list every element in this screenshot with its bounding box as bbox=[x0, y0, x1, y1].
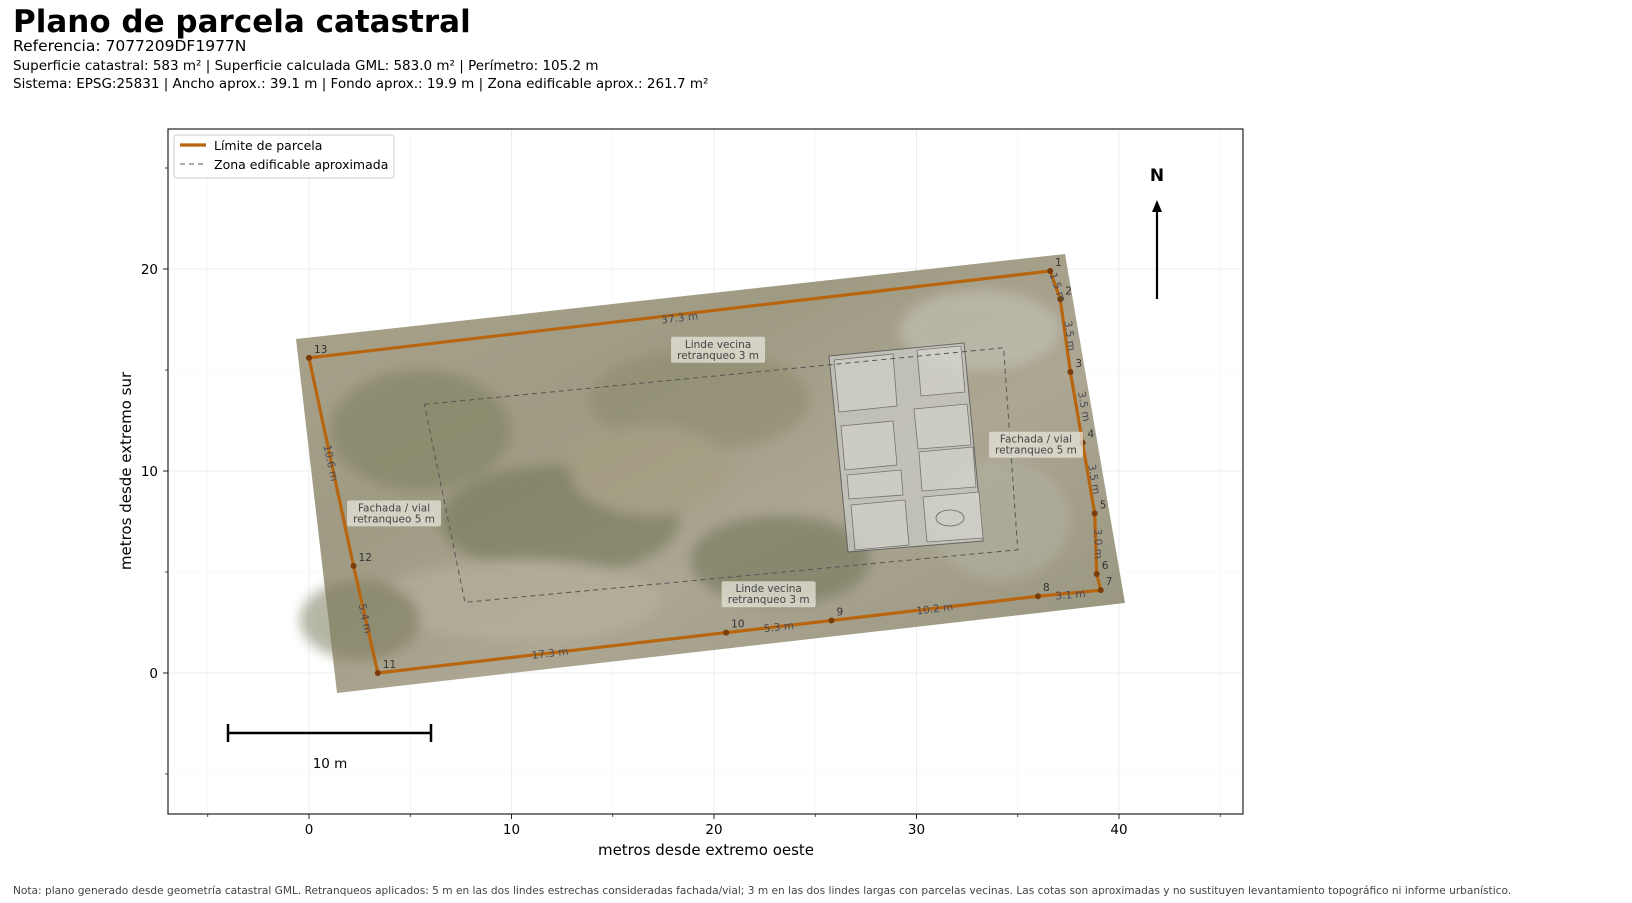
annotation-line: retranqueo 5 m bbox=[353, 513, 435, 525]
vertex-label: 10 bbox=[731, 619, 744, 631]
vertex-point bbox=[828, 617, 835, 624]
annotation-line: retranqueo 3 m bbox=[728, 594, 810, 606]
vertex-label: 6 bbox=[1102, 560, 1109, 572]
y-tick-label: 20 bbox=[141, 262, 158, 278]
y-tick-label: 0 bbox=[149, 666, 158, 682]
x-tick-label: 10 bbox=[503, 822, 520, 838]
vertex-label: 5 bbox=[1100, 499, 1107, 511]
vertex-label: 4 bbox=[1088, 429, 1095, 441]
vertex-label: 8 bbox=[1043, 582, 1050, 594]
vertex-point bbox=[1035, 593, 1041, 600]
x-axis-ticks: 0 10 20 30 40 bbox=[207, 814, 1221, 838]
vertex-point bbox=[1091, 510, 1098, 517]
vertex-label: 9 bbox=[836, 606, 843, 618]
vertex-label: 7 bbox=[1106, 576, 1113, 588]
x-tick-label: 0 bbox=[305, 822, 314, 838]
segment-length-label: 3.0 m bbox=[1091, 528, 1104, 559]
plot-area: 12345678910111213 37.3 m1.5 m3.5 m3.5 m3… bbox=[167, 128, 1244, 815]
vertex-point bbox=[350, 562, 357, 569]
scale-bar-label: 10 m bbox=[313, 756, 348, 772]
annotation-line: retranqueo 5 m bbox=[995, 445, 1077, 457]
x-axis-label: metros desde extremo oeste bbox=[598, 841, 814, 859]
vertex-point bbox=[306, 354, 312, 361]
vertex-point bbox=[374, 670, 381, 676]
vertex-label: 3 bbox=[1075, 358, 1082, 370]
x-tick-label: 20 bbox=[705, 822, 722, 838]
vertex-point bbox=[1097, 587, 1104, 594]
legend-boundary-label: Límite de parcela bbox=[214, 138, 322, 153]
x-tick-label: 40 bbox=[1110, 822, 1127, 838]
vertex-label: 13 bbox=[314, 344, 327, 356]
legend: Límite de parcela Zona edificable aproxi… bbox=[173, 134, 395, 179]
house-floor-plan bbox=[828, 342, 984, 553]
vertex-label: 11 bbox=[383, 659, 396, 671]
legend-buildable-label: Zona edificable aproximada bbox=[214, 157, 388, 172]
parcel-map: 12345678910111213 37.3 m1.5 m3.5 m3.5 m3… bbox=[117, 128, 1244, 859]
footnote: Nota: plano generado desde geometría cat… bbox=[13, 885, 1512, 897]
north-label: N bbox=[1150, 166, 1164, 186]
y-tick-label: 10 bbox=[141, 464, 158, 480]
y-axis-ticks: 0 10 20 bbox=[141, 167, 168, 775]
vertex-point bbox=[723, 629, 730, 636]
vertex-label: 12 bbox=[359, 552, 372, 564]
annotation-line: retranqueo 3 m bbox=[677, 350, 759, 362]
vertex-point bbox=[1067, 369, 1074, 376]
vertex-point bbox=[1093, 571, 1100, 578]
y-axis-label: metros desde extremo sur bbox=[117, 371, 135, 570]
x-tick-label: 30 bbox=[908, 822, 925, 838]
vertex-label: 1 bbox=[1055, 257, 1062, 269]
